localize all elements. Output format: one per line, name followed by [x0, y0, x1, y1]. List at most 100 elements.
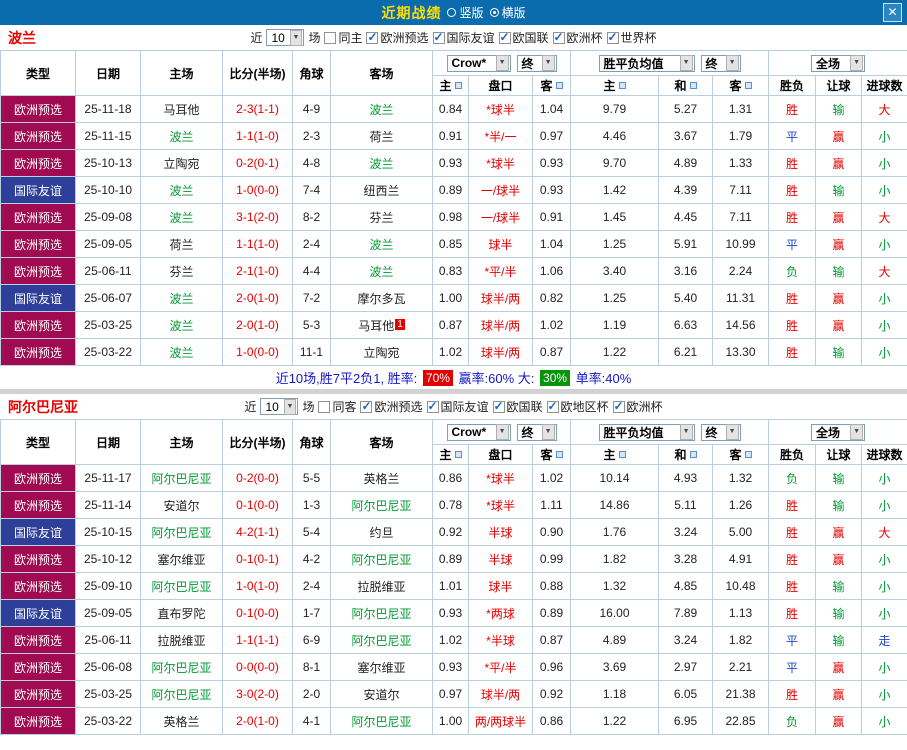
- checkbox-icon[interactable]: [366, 30, 379, 44]
- mean-home-cell: 1.25: [570, 284, 659, 312]
- home-odds-cell: 0.84: [432, 95, 469, 123]
- home-odds-cell: 1.02: [432, 338, 469, 366]
- dropdown-arrow-icon: ▼: [283, 398, 297, 415]
- filter-option[interactable]: 欧洲预选: [366, 29, 429, 46]
- mean-draw-cell: 3.16: [658, 257, 713, 285]
- trend-icon[interactable]: [555, 82, 563, 89]
- checkbox-icon[interactable]: [498, 30, 511, 44]
- trend-icon[interactable]: [454, 451, 462, 458]
- handicap-result-cell: 输: [815, 599, 863, 627]
- away-team-cell: 英格兰: [330, 464, 433, 492]
- goals-result-cell: 小: [861, 653, 907, 681]
- goals-result-cell: 小: [861, 599, 907, 627]
- checkbox-icon[interactable]: [426, 399, 439, 413]
- corners-cell: 4-1: [292, 707, 331, 735]
- mean-draw-cell: 5.91: [658, 230, 713, 258]
- trend-icon[interactable]: [618, 82, 626, 89]
- filter-option[interactable]: 欧地区杯: [546, 398, 609, 415]
- type-cell: 欧洲预选: [0, 338, 76, 366]
- dropdown-arrow-icon: ▼: [850, 55, 864, 71]
- type-cell: 国际友谊: [0, 599, 76, 627]
- type-cell: 欧洲预选: [0, 545, 76, 573]
- mean-draw-cell: 5.11: [658, 491, 713, 519]
- odds-stage-select-value: 终: [521, 56, 534, 71]
- mean-away-cell: 14.56: [711, 311, 770, 339]
- trend-icon[interactable]: [618, 451, 626, 458]
- bookmaker-select[interactable]: Crow* ▼: [446, 423, 511, 441]
- odds-stage-select[interactable]: 终 ▼: [516, 423, 557, 441]
- bookmaker-select-value: Crow*: [451, 56, 487, 70]
- score-cell: 0-2(0-1): [222, 149, 293, 177]
- checkbox-icon[interactable]: [546, 399, 559, 413]
- goals-result-cell: 小: [861, 680, 907, 708]
- corners-cell: 5-3: [292, 311, 331, 339]
- sub-header-label: 让球: [826, 448, 851, 462]
- odds-stage-select[interactable]: 终 ▼: [516, 54, 557, 72]
- radio-unselected-icon[interactable]: [447, 8, 457, 17]
- scope-select[interactable]: 全场 ▼: [811, 423, 866, 441]
- home-odds-cell: 0.86: [432, 464, 469, 492]
- scope-select[interactable]: 全场 ▼: [811, 54, 866, 72]
- col-header: 主场: [140, 50, 223, 96]
- header-row: 类型 日期 主场 比分(半场) 角球 客场 Crow* ▼ 终 ▼ 胜平负均值 ▼ 终 ▼ 全场 ▼: [0, 419, 907, 465]
- sub-header-label: 客: [540, 79, 553, 93]
- trend-icon[interactable]: [454, 82, 462, 89]
- mean-stage-select-value: 终: [705, 425, 718, 440]
- trend-icon[interactable]: [689, 82, 697, 89]
- result-header-group: 全场 ▼: [768, 50, 907, 76]
- filter-option[interactable]: 欧洲杯: [552, 29, 603, 46]
- result-header-group: 全场 ▼: [768, 419, 907, 445]
- mean-type-select[interactable]: 胜平负均值 ▼: [598, 423, 695, 441]
- checkbox-icon[interactable]: [324, 31, 337, 44]
- filter-option[interactable]: 国际友谊: [432, 29, 495, 46]
- goals-result-cell: 小: [861, 176, 907, 204]
- home-odds-cell: 1.00: [432, 284, 469, 312]
- result-cell: 平: [768, 122, 817, 150]
- mean-home-cell: 16.00: [570, 599, 659, 627]
- checkbox-icon[interactable]: [552, 30, 565, 44]
- match-row: 欧洲预选 25-09-08 波兰 3-1(2-0) 8-2 芬兰 0.98 一/球半 0.91 1…: [0, 203, 907, 231]
- sub-header-label: 主: [439, 79, 452, 93]
- filter-option[interactable]: 国际友谊: [426, 398, 489, 415]
- handicap-result-cell: 输: [815, 176, 863, 204]
- mean-stage-select[interactable]: 终 ▼: [700, 54, 741, 72]
- match-count-select[interactable]: 10 ▼: [260, 398, 299, 415]
- match-row: 欧洲预选 25-06-11 芬兰 2-1(1-0) 4-4 波兰 0.83 *平/半 1.06 3…: [0, 257, 907, 285]
- filter-option[interactable]: 世界杯: [606, 29, 657, 46]
- filter-option[interactable]: 欧国联: [492, 398, 543, 415]
- checkbox-icon[interactable]: [432, 30, 445, 44]
- checkbox-icon[interactable]: [318, 400, 331, 413]
- sub-header-label: 客: [729, 79, 742, 93]
- layout-radio-horizontal[interactable]: 横版: [489, 4, 526, 21]
- col-header: 日期: [75, 419, 141, 465]
- filter-option[interactable]: 欧洲预选: [360, 398, 423, 415]
- filter-option[interactable]: 欧国联: [498, 29, 549, 46]
- mean-type-select[interactable]: 胜平负均值 ▼: [598, 54, 695, 72]
- match-count-select[interactable]: 10 ▼: [266, 29, 305, 46]
- filter-option[interactable]: 欧洲杯: [612, 398, 663, 415]
- radio-selected-icon[interactable]: [489, 8, 499, 17]
- filter-option[interactable]: 同主: [324, 29, 362, 46]
- trend-icon[interactable]: [744, 451, 752, 458]
- date-cell: 25-03-25: [75, 311, 141, 339]
- trend-icon[interactable]: [744, 82, 752, 89]
- checkbox-icon[interactable]: [612, 399, 625, 413]
- filter-option[interactable]: 同客: [318, 398, 356, 415]
- trend-icon[interactable]: [555, 451, 563, 458]
- match-row: 欧洲预选 25-10-13 立陶宛 0-2(0-1) 4-8 波兰 0.93 *球半 0.93 9…: [0, 149, 907, 177]
- checkbox-icon[interactable]: [492, 399, 505, 413]
- sub-header-label: 让球: [826, 79, 851, 93]
- away-odds-cell: 0.99: [532, 545, 571, 573]
- trend-icon[interactable]: [689, 451, 697, 458]
- sub-header-label: 胜负: [780, 448, 805, 462]
- score-cell: 1-0(0-0): [222, 176, 293, 204]
- bookmaker-select[interactable]: Crow* ▼: [446, 54, 511, 72]
- corners-cell: 2-4: [292, 230, 331, 258]
- checkbox-icon[interactable]: [360, 399, 373, 413]
- layout-radio-vertical[interactable]: 竖版: [447, 4, 484, 21]
- sub-header: 胜负: [768, 75, 817, 96]
- mean-stage-select[interactable]: 终 ▼: [700, 423, 741, 441]
- checkbox-icon[interactable]: [606, 30, 619, 44]
- close-button[interactable]: ✕: [883, 3, 902, 22]
- mean-away-cell: 2.24: [711, 257, 770, 285]
